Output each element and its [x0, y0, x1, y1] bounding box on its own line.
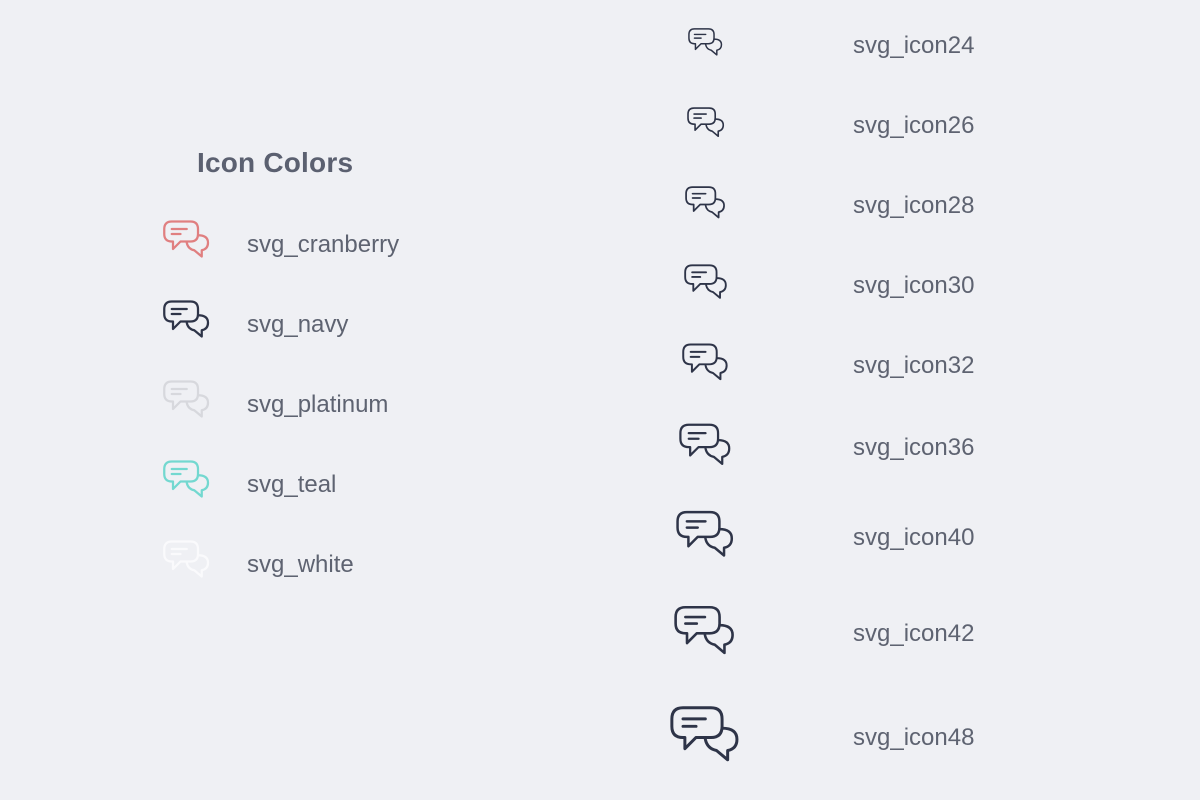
- section-title: Icon Colors: [197, 147, 354, 178]
- icon-color-label: svg_cranberry: [247, 231, 400, 258]
- chat-bubbles-icon: [670, 704, 744, 764]
- icon-size-label: svg_icon24: [853, 32, 975, 59]
- chat-bubbles-icon: [687, 106, 727, 138]
- chat-bubbles-icon: [163, 219, 213, 259]
- chat-bubbles-icon: [163, 379, 213, 419]
- chat-bubbles-icon: [685, 185, 728, 220]
- icon-color-label: svg_white: [247, 551, 354, 578]
- icon-showcase-page: Icon Colors svg_cranberry svg_navy svg_pla…: [0, 0, 1200, 800]
- icon-size-label: svg_icon36: [853, 434, 975, 461]
- chat-bubbles-icon: [674, 604, 739, 656]
- chat-bubbles-icon: [163, 299, 213, 339]
- chat-bubbles-icon: [163, 539, 213, 579]
- chat-bubbles-icon: [688, 27, 725, 57]
- chat-bubbles-icon: [682, 342, 732, 382]
- chat-bubbles-icon: [676, 509, 738, 559]
- icon-size-label: svg_icon28: [853, 192, 975, 219]
- icon-color-label: svg_platinum: [247, 391, 389, 418]
- icon-size-label: svg_icon40: [853, 524, 975, 551]
- chat-bubbles-icon: [683, 263, 731, 300]
- icon-size-label: svg_icon48: [853, 724, 975, 751]
- icon-size-label: svg_icon42: [853, 620, 975, 647]
- chat-bubbles-icon: [163, 459, 213, 499]
- icon-color-label: svg_teal: [247, 471, 337, 498]
- icon-color-label: svg_navy: [247, 311, 349, 338]
- chat-bubbles-icon: [679, 422, 735, 467]
- icon-size-label: svg_icon26: [853, 112, 975, 139]
- icon-size-label: svg_icon32: [853, 352, 975, 379]
- icon-size-label: svg_icon30: [853, 272, 975, 299]
